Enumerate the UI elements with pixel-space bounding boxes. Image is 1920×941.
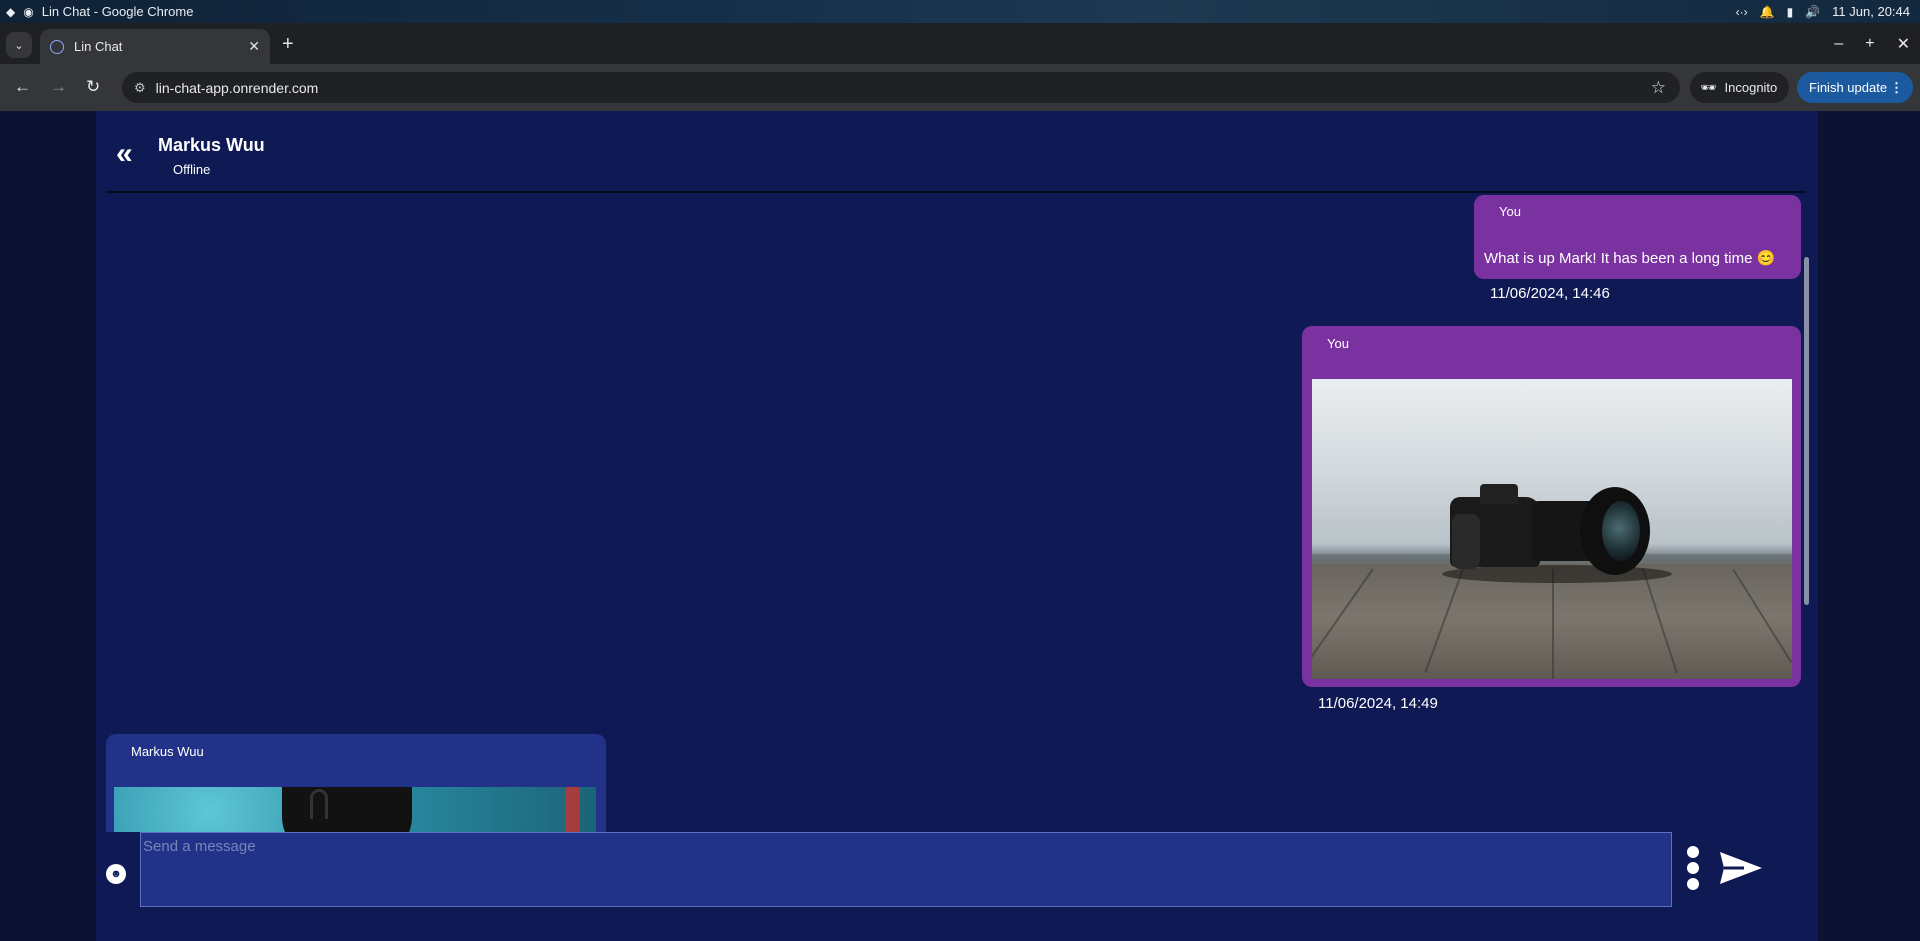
scrollbar[interactable] bbox=[1804, 147, 1810, 807]
finish-update-label: Finish update bbox=[1809, 80, 1888, 95]
url-text[interactable]: lin-chat-app.onrender.com bbox=[156, 80, 319, 96]
chat-header: « Markus Wuu Offline bbox=[106, 111, 1806, 193]
message-sender: You bbox=[1499, 204, 1521, 219]
message-bubble-incoming: Markus Wuu bbox=[106, 734, 606, 847]
close-tab-icon[interactable]: ✕ bbox=[248, 38, 260, 55]
message-sender: Markus Wuu bbox=[131, 744, 204, 759]
chrome-icon: ◉ bbox=[23, 4, 34, 19]
chat-panel: « Markus Wuu Offline You What is up Mark… bbox=[96, 111, 1818, 941]
minimize-icon[interactable]: – bbox=[1834, 35, 1843, 53]
scrollbar-thumb[interactable] bbox=[1804, 257, 1809, 605]
page-viewport: « Markus Wuu Offline You What is up Mark… bbox=[0, 111, 1920, 941]
new-tab-button[interactable]: + bbox=[282, 33, 294, 56]
incognito-badge[interactable]: 🕶 Incognito bbox=[1690, 72, 1790, 103]
message-bubble-outgoing: You What is up Mark! It has been a long … bbox=[1474, 195, 1801, 279]
message-timestamp: 11/06/2024, 14:46 bbox=[1490, 285, 1610, 302]
message-timestamp: 11/06/2024, 14:49 bbox=[1318, 695, 1438, 712]
lin-chat-favicon-icon bbox=[50, 39, 64, 54]
send-icon[interactable] bbox=[1718, 848, 1764, 888]
contact-name: Markus Wuu bbox=[158, 135, 265, 155]
app-launcher-icon[interactable]: ◆ bbox=[6, 5, 15, 19]
browser-toolbar: ← → ↻ ⚙ lin-chat-app.onrender.com ☆ 🕶 In… bbox=[0, 64, 1920, 111]
message-image-camera[interactable] bbox=[1312, 379, 1792, 679]
tab-lin-chat[interactable]: Lin Chat ✕ bbox=[40, 29, 270, 64]
chevron-down-icon: ⌄ bbox=[14, 39, 24, 52]
bookmark-star-icon[interactable]: ☆ bbox=[1651, 78, 1666, 98]
more-options-icon[interactable] bbox=[1686, 846, 1700, 890]
tab-strip: ⌄ Lin Chat ✕ + bbox=[0, 23, 1920, 64]
site-info-icon[interactable]: ⚙ bbox=[134, 80, 146, 96]
back-arrow-icon[interactable]: ← bbox=[14, 77, 31, 97]
message-text: What is up Mark! It has been a long time… bbox=[1484, 250, 1776, 267]
os-top-bar: ◆ ◉ Lin Chat - Google Chrome ‹·› 🔔 ▮ 🔊 1… bbox=[0, 0, 1920, 23]
finish-update-button[interactable]: Finish update ⋮ bbox=[1797, 72, 1913, 103]
tab-search-button[interactable]: ⌄ bbox=[6, 32, 32, 58]
reload-icon[interactable]: ↻ bbox=[86, 77, 100, 97]
incognito-icon: 🕶 bbox=[1700, 79, 1717, 95]
emoji-icon[interactable]: ☻ bbox=[106, 864, 126, 884]
contact-status: Offline bbox=[173, 162, 211, 177]
double-chevron-left-icon[interactable]: « bbox=[116, 137, 133, 171]
message-composer: ☻ bbox=[96, 832, 1818, 941]
forward-arrow-icon[interactable]: → bbox=[50, 77, 67, 97]
address-bar[interactable]: ⚙ lin-chat-app.onrender.com ☆ bbox=[122, 72, 1680, 103]
close-window-icon[interactable]: ✕ bbox=[1897, 34, 1910, 54]
volume-icon[interactable]: 🔊 bbox=[1805, 5, 1820, 19]
battery-icon[interactable]: ▮ bbox=[1787, 5, 1794, 19]
message-input[interactable] bbox=[140, 832, 1672, 907]
message-list[interactable]: You What is up Mark! It has been a long … bbox=[96, 195, 1818, 847]
tab-title: Lin Chat bbox=[74, 39, 123, 54]
kebab-menu-icon[interactable]: ⋮ bbox=[1890, 80, 1903, 96]
window-title: Lin Chat - Google Chrome bbox=[41, 4, 194, 19]
clock[interactable]: 11 Jun, 20:44 bbox=[1832, 4, 1910, 19]
bell-icon[interactable]: 🔔 bbox=[1760, 5, 1775, 19]
network-icon[interactable]: ‹·› bbox=[1736, 5, 1748, 19]
incognito-label: Incognito bbox=[1724, 80, 1778, 95]
message-sender: You bbox=[1327, 336, 1349, 351]
window-controls: – + ✕ bbox=[1834, 23, 1910, 64]
maximize-icon[interactable]: + bbox=[1865, 35, 1874, 53]
message-bubble-outgoing: You bbox=[1302, 326, 1801, 687]
